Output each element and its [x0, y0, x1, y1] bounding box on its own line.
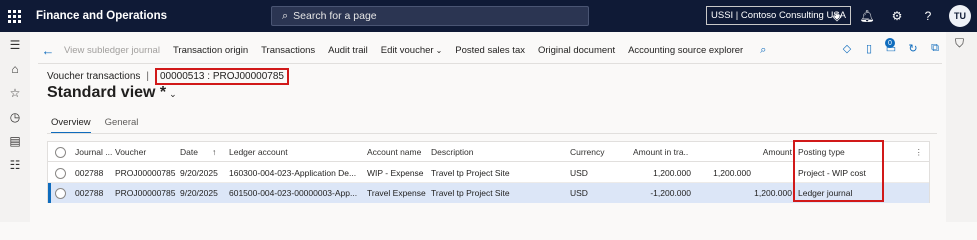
cell-amount-in-tra[interactable]: -1,200.000 [633, 183, 691, 203]
voucher-transactions-grid: Journal ... Voucher Date ↑ Ledger accoun… [47, 141, 930, 203]
more-options-icon[interactable]: ⋮ [915, 142, 924, 162]
tab-strip: Overview General [51, 117, 152, 134]
cell-amount-in-tra[interactable]: 1,200.000 [633, 163, 691, 183]
col-amount[interactable]: Amount [696, 142, 792, 162]
row-select-radio[interactable] [55, 168, 66, 179]
view-subledger-journal-button[interactable]: View subledger journal [64, 45, 160, 56]
posted-sales-tax-button[interactable]: Posted sales tax [455, 45, 525, 56]
star-icon[interactable]: ☆ [8, 86, 22, 100]
edit-voucher-menu[interactable]: Edit voucher ⌄ [381, 45, 443, 56]
transactions-button[interactable]: Transactions [261, 45, 315, 56]
filter-pane: ⛉ [946, 32, 977, 222]
breadcrumb-record: 00000513 : PROJ00000785 [155, 68, 289, 85]
copilot-icon[interactable]: ◈ [829, 8, 845, 24]
tab-overview[interactable]: Overview [51, 117, 91, 134]
action-pane-divider [38, 63, 942, 64]
cell-journal[interactable]: 002788 [75, 163, 115, 183]
sort-up-icon[interactable]: ↑ [212, 142, 222, 162]
workspace-icon[interactable]: ▤ [8, 134, 22, 148]
accounting-source-explorer-button[interactable]: Accounting source explorer [628, 45, 743, 56]
waffle-icon[interactable] [0, 0, 28, 32]
gear-icon[interactable]: ⚙ [889, 8, 905, 24]
cell-currency[interactable]: USD [570, 163, 620, 183]
col-currency[interactable]: Currency [570, 142, 620, 162]
original-document-button[interactable]: Original document [538, 45, 615, 56]
search-icon: ⌕ [282, 9, 289, 22]
col-posting-type[interactable]: Posting type [798, 142, 878, 162]
cell-date[interactable]: 9/20/2025 [180, 163, 226, 183]
cell-voucher[interactable]: PROJ00000785 [115, 163, 178, 183]
cell-description[interactable]: Travel tp Project Site [431, 183, 567, 203]
cell-ledger-account[interactable]: 601500-004-023-00000003-App... [229, 183, 365, 203]
action-pane: ← View subledger journal Transaction ori… [38, 38, 942, 62]
bell-icon[interactable]: 🔔︎ [859, 8, 875, 24]
cell-account-name[interactable]: Travel Expense [367, 183, 429, 203]
row-select-radio[interactable] [55, 188, 66, 199]
tab-divider [47, 133, 937, 134]
search-placeholder: Search for a page [293, 10, 377, 22]
col-voucher[interactable]: Voucher [115, 142, 175, 162]
breadcrumb-separator: | [146, 71, 149, 82]
col-amount-in-tra[interactable]: Amount in tra... [633, 142, 688, 162]
chevron-down-icon: ⌄ [169, 89, 177, 99]
cell-description[interactable]: Travel tp Project Site [431, 163, 567, 183]
list-icon[interactable]: ☷ [8, 158, 22, 172]
transaction-origin-button[interactable]: Transaction origin [173, 45, 248, 56]
filter-icon[interactable]: ⛉ [955, 36, 964, 51]
cell-ledger-account[interactable]: 160300-004-023-Application De... [229, 163, 365, 183]
cell-amount[interactable]: 1,200.000 [696, 163, 751, 183]
cell-amount[interactable]: 1,200.000 [738, 183, 792, 203]
cell-journal[interactable]: 002788 [75, 183, 115, 203]
selected-row-indicator [48, 183, 51, 203]
notification-count-badge: 0 [885, 38, 895, 48]
avatar[interactable]: TU [949, 5, 971, 27]
table-row-selected[interactable]: 002788 PROJ00000785 9/20/2025 601500-004… [48, 183, 929, 203]
left-nav: ☰ ⌂ ☆ ◷ ▤ ☷ [0, 32, 30, 222]
refresh-icon[interactable]: ↻ [906, 40, 920, 56]
chevron-down-icon: ⌄ [435, 45, 443, 55]
app-title[interactable]: Finance and Operations [36, 10, 167, 22]
select-all-radio[interactable] [55, 147, 66, 158]
home-icon[interactable]: ⌂ [8, 62, 22, 76]
diamond-icon[interactable]: ◇ [840, 40, 854, 56]
col-description[interactable]: Description [431, 142, 566, 162]
cell-posting-type[interactable]: Project - WIP cost [798, 163, 883, 183]
table-row[interactable]: 002788 PROJ00000785 9/20/2025 160300-004… [48, 163, 929, 183]
clock-icon[interactable]: ◷ [8, 110, 22, 124]
breadcrumb-page[interactable]: Voucher transactions [47, 71, 140, 82]
hamburger-icon[interactable]: ☰ [8, 38, 22, 52]
notification-icon[interactable]: ▭ 0 [884, 38, 898, 56]
cell-account-name[interactable]: WIP - Expense [367, 163, 429, 183]
search-box[interactable]: ⌕ Search for a page [271, 6, 589, 26]
col-account-name[interactable]: Account name [367, 142, 427, 162]
audit-trail-button[interactable]: Audit trail [328, 45, 368, 56]
cell-currency[interactable]: USD [570, 183, 620, 203]
help-icon[interactable]: ? [920, 8, 936, 24]
back-arrow-icon[interactable]: ← [38, 43, 58, 58]
grid-header-row: Journal ... Voucher Date ↑ Ledger accoun… [48, 142, 929, 162]
col-date[interactable]: Date [180, 142, 208, 162]
cell-voucher[interactable]: PROJ00000785 [115, 183, 178, 203]
col-journal[interactable]: Journal ... [75, 142, 115, 162]
popout-icon[interactable]: ⧉ [928, 40, 942, 56]
action-search-icon[interactable]: ⌕ [760, 44, 766, 57]
edit-voucher-label: Edit voucher [380, 44, 434, 56]
breadcrumb: Voucher transactions | 00000513 : PROJ00… [47, 68, 289, 85]
office-icon[interactable]: ▯ [862, 40, 876, 56]
cell-posting-type[interactable]: Ledger journal [798, 183, 883, 203]
page-title: Standard view * [47, 84, 167, 101]
cell-date[interactable]: 9/20/2025 [180, 183, 226, 203]
tab-general[interactable]: General [105, 117, 139, 134]
view-selector[interactable]: Standard view * ⌄ [47, 84, 177, 102]
col-ledger-account[interactable]: Ledger account [229, 142, 364, 162]
